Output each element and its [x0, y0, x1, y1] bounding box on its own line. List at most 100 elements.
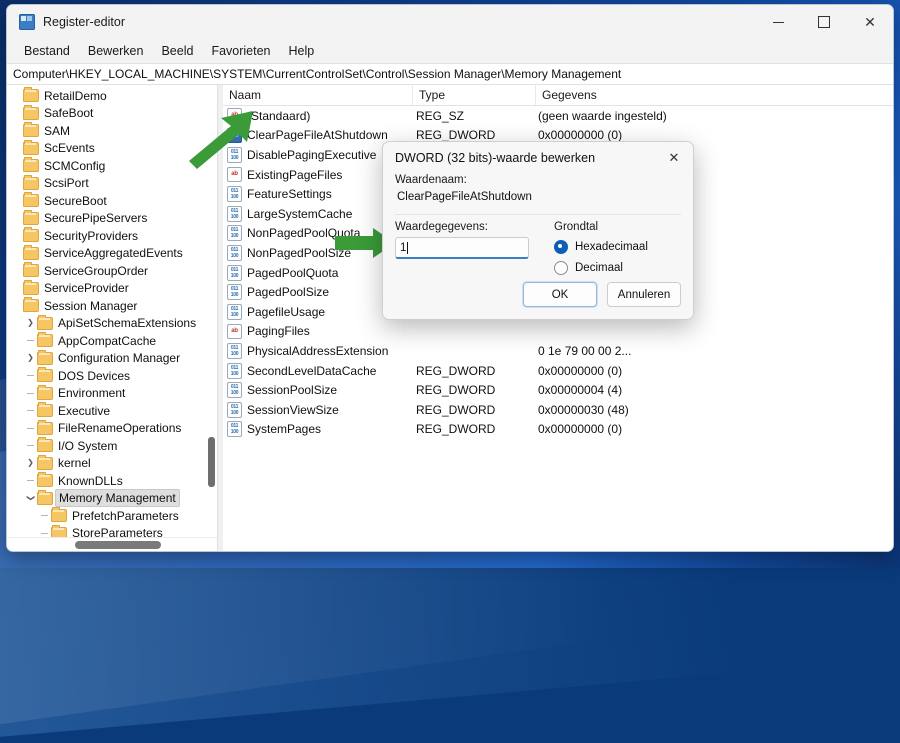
tree-item[interactable]: PrefetchParameters — [7, 507, 217, 525]
value-name-cell: 011 100 SystemPages — [223, 421, 410, 438]
dialog-buttons: OK Annuleren — [523, 282, 681, 307]
column-header-gegevens[interactable]: Gegevens — [536, 85, 893, 105]
tree-item-label: DOS Devices — [58, 368, 131, 383]
value-type-cell: REG_DWORD — [416, 402, 496, 417]
value-data-input[interactable]: 1 — [395, 237, 529, 259]
tree-item[interactable]: I/O System — [7, 437, 217, 455]
tree-item[interactable]: SecurePipeServers — [7, 209, 217, 228]
value-data-cell: 0 1e 79 00 00 2... — [538, 343, 632, 358]
registry-value-row[interactable]: ab PagingFiles — [223, 322, 893, 342]
maximize-button[interactable] — [801, 5, 847, 39]
radio-off-icon — [554, 260, 568, 275]
tree-horizontal-scrollbar[interactable] — [7, 537, 217, 551]
folder-icon — [51, 507, 67, 523]
registry-value-row[interactable]: 011 100 SecondLevelDataCache REG_DWORD 0x000… — [223, 361, 893, 381]
tree-item[interactable]: Environment — [7, 384, 217, 403]
radio-hexadecimaal[interactable]: Hexadecimaal — [554, 237, 681, 256]
tree-item[interactable]: RetailDemo — [7, 87, 217, 105]
tree-item[interactable]: Session Manager — [7, 297, 217, 315]
tree-item-label: kernel — [58, 456, 91, 471]
value-name-text: ClearPageFileAtShutdown — [247, 128, 388, 143]
folder-icon — [37, 384, 53, 400]
registry-value-row[interactable]: 011 100 PhysicalAddressExtension 0 1e 79 00… — [223, 341, 893, 361]
registry-value-row[interactable]: 011 100 SessionPoolSize REG_DWORD 0x00000004… — [223, 380, 893, 400]
value-name-text: PhysicalAddressExtension — [247, 343, 389, 358]
menu-item-favorieten[interactable]: Favorieten — [202, 41, 279, 61]
minimize-button[interactable] — [755, 5, 801, 39]
tree-item[interactable]: SecurityProviders — [7, 227, 217, 245]
tree-item[interactable]: SecureBoot — [7, 192, 217, 210]
window-controls: ✕ — [755, 5, 893, 39]
maximize-icon — [818, 16, 830, 28]
chevron-right-icon[interactable]: ❯ — [24, 319, 37, 327]
tree-item[interactable]: StoreParameters — [7, 524, 217, 537]
registry-value-row[interactable]: 011 100 SessionViewSize REG_DWORD 0x00000030… — [223, 400, 893, 420]
chevron-down-icon[interactable]: ❯ — [27, 492, 36, 505]
tree-item[interactable]: FileRenameOperations — [7, 419, 217, 438]
tree-item[interactable]: ServiceGroupOrder — [7, 262, 217, 280]
folder-icon — [23, 279, 39, 295]
value-name-cell: 011 100 SessionViewSize — [223, 401, 410, 418]
tree-item-label: PrefetchParameters — [72, 508, 179, 523]
close-icon: ✕ — [668, 150, 680, 165]
registry-value-row[interactable]: ab(Standaard)REG_SZ(geen waarde ingestel… — [223, 106, 893, 126]
column-header-naam[interactable]: Naam — [223, 85, 413, 105]
value-name-text: FeatureSettings — [247, 187, 332, 202]
tree-leaf-marker — [38, 515, 51, 517]
folder-icon — [23, 87, 39, 103]
title-bar: Register-editor ✕ — [7, 5, 893, 39]
menu-item-bestand[interactable]: Bestand — [15, 41, 79, 61]
chevron-right-icon[interactable]: ❯ — [24, 459, 37, 467]
value-data-cell: (geen waarde ingesteld) — [538, 108, 667, 123]
regedit-icon — [19, 14, 35, 30]
value-type-cell: REG_DWORD — [416, 422, 496, 437]
menu-bar: Bestand Bewerken Beeld Favorieten Help — [7, 39, 893, 63]
string-value-icon: ab — [227, 323, 242, 339]
text-caret — [407, 241, 409, 254]
tree-item[interactable]: KnownDLLs — [7, 472, 217, 490]
cancel-button[interactable]: Annuleren — [607, 282, 681, 307]
address-bar[interactable]: Computer\HKEY_LOCAL_MACHINE\SYSTEM\Curre… — [7, 63, 893, 85]
tree-item-label: Environment — [58, 386, 126, 401]
value-data-cell: 0x00000004 (4) — [538, 383, 623, 398]
menu-item-beeld[interactable]: Beeld — [152, 41, 202, 61]
tree-item[interactable]: ❯ kernel — [7, 454, 217, 473]
dword-value-icon: 011100 — [227, 421, 242, 438]
tree-item[interactable]: ScsiPort — [7, 174, 217, 193]
tree-item[interactable]: Executive — [7, 402, 217, 420]
tree-item[interactable]: DOS Devices — [7, 367, 217, 385]
value-name-text: ExistingPageFiles — [247, 167, 343, 182]
chevron-right-icon[interactable]: ❯ — [24, 354, 37, 362]
edit-dword-dialog: DWORD (32 bits)-waarde bewerken ✕ Waarde… — [382, 141, 694, 320]
dword-value-icon: 011100 — [227, 342, 242, 359]
dialog-close-button[interactable]: ✕ — [655, 142, 693, 174]
close-button[interactable]: ✕ — [847, 5, 893, 39]
tree-item[interactable]: AppCompatCache — [7, 332, 217, 350]
folder-icon — [23, 262, 39, 278]
tree-leaf-marker — [24, 445, 37, 447]
ok-button[interactable]: OK — [523, 282, 597, 307]
tree-leaf-marker — [38, 532, 51, 534]
tree-item[interactable]: ❯ ApiSetSchemaExtensions — [7, 314, 217, 333]
folder-icon — [23, 297, 39, 313]
value-name-text: PagefileUsage — [247, 304, 326, 319]
radio-decimaal[interactable]: Decimaal — [554, 258, 681, 277]
tree-item[interactable]: ❯ Memory Management — [7, 489, 217, 508]
folder-icon — [37, 489, 53, 505]
tree-item[interactable]: ❯ Configuration Manager — [7, 349, 217, 368]
folder-icon — [37, 332, 53, 348]
menu-item-help[interactable]: Help — [280, 41, 324, 61]
column-header-type[interactable]: Type — [413, 85, 536, 105]
value-name-text: DisablePagingExecutive — [247, 147, 377, 162]
tree-item[interactable]: ServiceProvider — [7, 279, 217, 298]
value-name-label: Waardenaam: — [395, 174, 467, 186]
registry-value-row[interactable]: 011 100 SystemPages REG_DWORD 0x00000000 (0) — [223, 420, 893, 440]
menu-item-bewerken[interactable]: Bewerken — [79, 41, 153, 61]
tree-item-label: AppCompatCache — [58, 333, 157, 348]
tree-vertical-scroll-thumb[interactable] — [208, 437, 215, 487]
tree-item[interactable]: ServiceAggregatedEvents — [7, 244, 217, 263]
value-name-field[interactable]: ClearPageFileAtShutdown — [395, 190, 681, 208]
folder-icon — [37, 314, 53, 330]
tree-item-label: StoreParameters — [72, 526, 163, 537]
tree-horizontal-scroll-thumb[interactable] — [75, 541, 161, 549]
